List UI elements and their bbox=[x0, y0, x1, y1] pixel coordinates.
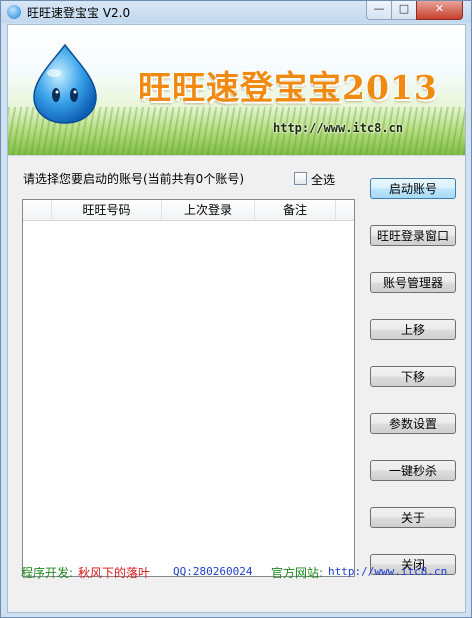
banner: 旺旺速登宝宝2013 http://www.itc8.cn bbox=[8, 25, 465, 156]
client-area: 旺旺速登宝宝2013 http://www.itc8.cn 请选择您要启动的账号… bbox=[7, 24, 466, 613]
developer-label: 程序开发: bbox=[21, 566, 74, 580]
column-header-last-login[interactable]: 上次登录 bbox=[162, 200, 255, 220]
account-prompt: 请选择您要启动的账号(当前共有0个账号) bbox=[23, 172, 244, 186]
move-up-button[interactable]: 上移 bbox=[370, 319, 456, 340]
column-header-check[interactable] bbox=[23, 200, 52, 220]
qq-number: QQ:280260024 bbox=[173, 565, 253, 578]
login-window-button[interactable]: 旺旺登录窗口 bbox=[370, 225, 456, 246]
site-label: 官方网站: bbox=[271, 566, 324, 580]
select-all-label[interactable]: 全选 bbox=[311, 171, 335, 188]
app-window: 旺旺速登宝宝 V2.0 — □ ✕ 旺旺速登宝宝2013 http://www.… bbox=[0, 0, 472, 618]
app-icon[interactable] bbox=[7, 5, 21, 19]
account-list-header: 旺旺号码 上次登录 备注 bbox=[23, 200, 354, 221]
window-title: 旺旺速登宝宝 V2.0 bbox=[27, 6, 131, 20]
one-click-kill-button[interactable]: 一键秒杀 bbox=[370, 460, 456, 481]
about-button[interactable]: 关于 bbox=[370, 507, 456, 528]
site-url-link[interactable]: http://www.itc8.cn bbox=[328, 565, 447, 578]
start-account-button[interactable]: 启动账号 bbox=[370, 178, 456, 199]
maximize-button[interactable]: □ bbox=[391, 1, 417, 20]
column-header-wangwang-id[interactable]: 旺旺号码 bbox=[52, 200, 162, 220]
settings-button[interactable]: 参数设置 bbox=[370, 413, 456, 434]
move-down-button[interactable]: 下移 bbox=[370, 366, 456, 387]
column-header-note[interactable]: 备注 bbox=[255, 200, 336, 220]
select-all-checkbox[interactable] bbox=[294, 172, 307, 185]
account-manager-button[interactable]: 账号管理器 bbox=[370, 272, 456, 293]
minimize-button[interactable]: — bbox=[366, 1, 392, 20]
banner-title: 旺旺速登宝宝2013 bbox=[138, 68, 438, 107]
account-list[interactable]: 旺旺号码 上次登录 备注 bbox=[22, 199, 355, 577]
water-drop-mascot-icon bbox=[33, 43, 97, 124]
close-window-button[interactable]: ✕ bbox=[416, 1, 463, 20]
developer-name: 秋风下的落叶 bbox=[78, 566, 151, 580]
title-bar[interactable]: 旺旺速登宝宝 V2.0 — □ ✕ bbox=[1, 1, 471, 23]
banner-url: http://www.itc8.cn bbox=[273, 121, 404, 135]
